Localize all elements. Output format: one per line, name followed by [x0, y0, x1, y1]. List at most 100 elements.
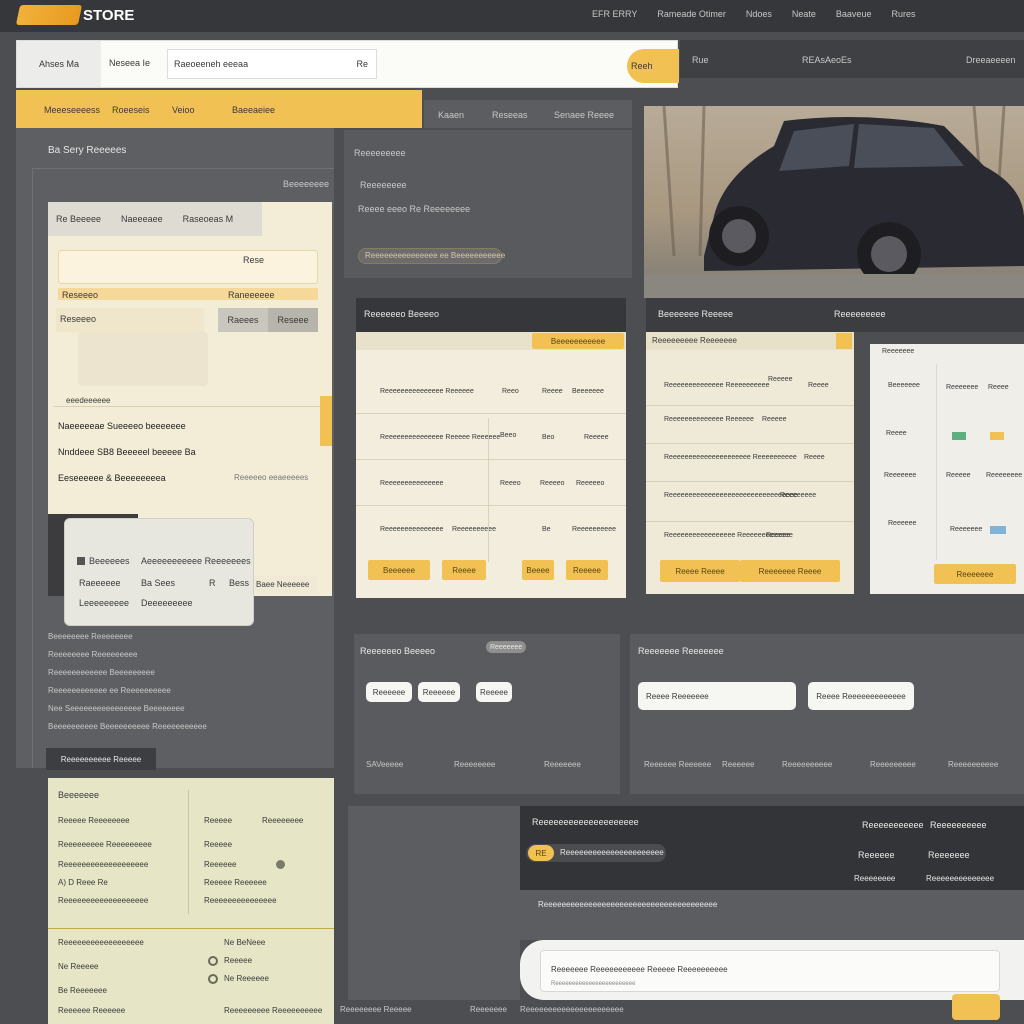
info-title: Reeeeeeeee — [354, 148, 406, 158]
search-input[interactable]: Raeoeeneh eeeaa Re — [167, 49, 377, 79]
table-row[interactable]: Reeeeeeeeeeeeeee Reeeo Reeeeo Reeeeeo — [356, 460, 626, 506]
top-link-2[interactable]: REAsAeoEs — [802, 55, 852, 65]
bottom-input[interactable]: Reeeeeee Reeeeeeeeeee Reeeee Reeeeeeeeee… — [540, 950, 1000, 992]
dark-panel-col-2[interactable]: Reeeeeeeeee — [930, 820, 987, 830]
nav-item-4[interactable]: Neate — [792, 9, 816, 19]
footer-accent-button[interactable] — [952, 994, 1000, 1020]
footer-link-1[interactable]: Reeeeeeee Reeeee — [340, 1005, 412, 1014]
header-bar: STORE EFR ERRY Rameade Otimer Ndoes Neat… — [0, 0, 1024, 32]
tab-4[interactable]: Baeeaeiee — [232, 105, 275, 115]
search-input-placeholder: Raeoeeneh eeeaa — [174, 59, 249, 69]
table3-header: Reeeeeee — [882, 348, 915, 355]
card-side-link[interactable]: Reeeeeo eeaeeeees — [234, 473, 308, 482]
table-row[interactable]: Reeeeeeeeeeeeeee Reeeeee Reeo Reeee Beee… — [356, 368, 626, 414]
tab-2[interactable]: Roeeseis — [112, 105, 150, 115]
table2-cell: Reeeeeeeeeeeeee Reeeeee — [664, 416, 754, 423]
table-row[interactable]: Reeeeeeeeeeeeeeeee Reeeeeeeeeeeee Reeeee — [646, 522, 854, 558]
card-tab-1[interactable]: Re Beeeee — [56, 214, 101, 224]
table-row[interactable]: Reeeeeeeeeeeeeee Reeeeeeeeee Be Reeeeeee… — [356, 506, 626, 552]
filter1-chip-1[interactable]: Reeeeee — [366, 682, 412, 702]
card-tab-3[interactable]: Raseoeas M — [183, 214, 234, 224]
left-link-4[interactable]: Reeeeeeeeeeee ee Reeeeeeeeee — [48, 686, 328, 704]
logo[interactable]: STORE — [15, 5, 134, 25]
table1-button-1[interactable]: Beeeeee — [368, 560, 430, 580]
filter2-footer-2: Reeeeee — [722, 760, 755, 769]
left-link-3[interactable]: Reeeeeeeeeeee Beeeeeeeee — [48, 668, 328, 686]
dark-action-button-label: Reeeeeeeeee Reeeee — [60, 754, 142, 764]
card-button-2[interactable]: Reseee — [268, 308, 318, 332]
table3-cell: Reeeeeee — [884, 472, 917, 479]
sub-tab-3[interactable]: Senaee Reeee — [554, 110, 614, 120]
table1-cell: Reeeeeeeeee — [452, 526, 496, 533]
card-button-1[interactable]: Raeees — [218, 308, 268, 332]
left-link-5[interactable]: Nee Seeeeeeeeeeeeeeee Beeeeeeee — [48, 704, 328, 722]
table1-title: Reeeeeeo Beeeeo — [364, 309, 440, 319]
top-link-3[interactable]: Dreeaeeeen — [966, 55, 1016, 65]
table-row[interactable]: Reeeeeeeeeeeeeeeeeeeeeeeeeeeeeeeee Reeee… — [646, 482, 854, 522]
search-button[interactable]: Reeh — [627, 49, 679, 83]
table1-header-button[interactable]: Beeeeeeeeeee — [532, 333, 624, 349]
nav-item-2[interactable]: Rameade Otimer — [657, 9, 726, 19]
bottom-left-radio-icon[interactable] — [208, 956, 218, 966]
top-link-1[interactable]: Rue — [692, 55, 709, 65]
nav-item-6[interactable]: Rures — [891, 9, 915, 19]
dark-panel-row2-right: Reeeeeeeeeeeeee — [926, 874, 995, 883]
info-progress-bar[interactable]: Reeeeeeeeeeeeeee ee Beeeeeeeeeee — [358, 248, 505, 264]
search-tab[interactable]: Ahses Ma — [17, 41, 101, 87]
filter1-chip-2[interactable]: Reeeeee — [418, 682, 460, 702]
table-row[interactable]: Reeeeeeeeeeeeeee Reeeee Reeeeee Beeo Beo… — [356, 414, 626, 460]
filter1-tag[interactable]: Reeeeeee — [486, 641, 527, 653]
table2-button-1[interactable]: Reeee Reeee — [660, 560, 740, 582]
table-row[interactable]: Reeeeeeeeeeeeee Reeeeeeeeee Reeeee Reeee — [646, 368, 854, 406]
popup-side-label-box[interactable]: Baee Neeeeee — [254, 576, 318, 594]
footer-link-3[interactable]: Reeeeeeeeeeeeeeeeeeeeee — [520, 1005, 624, 1014]
table1-button-2[interactable]: Reeee — [442, 560, 486, 580]
filter1-tag-label: Reeeeeee — [490, 643, 523, 651]
tab-3[interactable]: Veioo — [172, 105, 195, 115]
table1-button-4[interactable]: Reeeee — [566, 560, 608, 580]
table3-cell: Reeeeee — [888, 520, 917, 527]
sub-tab-1[interactable]: Kaaen — [438, 110, 464, 120]
card-tab-2[interactable]: Naeeeaee — [121, 214, 163, 224]
filter1-chip-3[interactable]: Reeeee — [476, 682, 512, 702]
card-note: eeedeeeeee — [66, 396, 111, 405]
card-image-placeholder — [78, 332, 208, 386]
info-panel: Reeeeeeeee Reeeeeeee Reeee eeeo Re Reeee… — [344, 130, 632, 278]
card-label-1: Reseeeo — [62, 290, 99, 300]
left-link-1[interactable]: Beeeeeeee Reeeeeeee — [48, 632, 328, 650]
footer-link-2[interactable]: Reeeeeee — [470, 1005, 507, 1014]
bottom-left-cell: Reeeeee Reeeeee — [58, 1006, 126, 1015]
nav-item-3[interactable]: Ndoes — [746, 9, 772, 19]
table-row[interactable]: Reeeeeeeeeeeeee Reeeeee Reeeee — [646, 406, 854, 444]
table1-cell: Reeeeeeeeeeeeeee — [380, 480, 444, 487]
card-accent-tab[interactable] — [320, 396, 332, 446]
left-link-2[interactable]: Reeeeeeee Reeeeeeeee — [48, 650, 328, 668]
filter2-input-2[interactable]: Reeee Reeeeeeeeeeeee — [808, 682, 914, 710]
bottom-left-radio-icon-2[interactable] — [208, 974, 218, 984]
table1-button-4-label: Reeeee — [572, 565, 602, 575]
table3-button[interactable]: Reeeeeee — [934, 564, 1016, 584]
table1-cell: Reeeeeeeeeeeeeee Reeeee Reeeeee — [380, 434, 501, 441]
sub-tab-2[interactable]: Reseeas — [492, 110, 528, 120]
tab-1[interactable]: Meeeseeeess — [44, 105, 100, 115]
table2-button-2[interactable]: Reeeeeee Reeee — [740, 560, 840, 582]
bottom-left-cell: Reeeee Reeeeee — [204, 878, 267, 887]
filter2-input-1[interactable]: Reeee Reeeeeee — [638, 682, 796, 710]
table1-button-3[interactable]: Beeee — [522, 560, 554, 580]
table2-header-accent[interactable] — [836, 333, 852, 349]
filter1-footer-2: Reeeeeeee — [454, 760, 496, 769]
card-input[interactable]: Rese — [58, 250, 318, 284]
table2-cell: Reeee — [808, 382, 829, 389]
filter1-footer-1: SAVeeeee — [366, 760, 404, 769]
nav-item-1[interactable]: EFR ERRY — [592, 9, 637, 19]
table-row[interactable]: Reeeeeeeeeeeeeeeeeeeee Reeeeeeeeee Reeee — [646, 444, 854, 482]
dark-panel-search[interactable]: RE Reeeeeeeeeeeeeeeeeeeeee — [526, 844, 666, 862]
left-link-6[interactable]: Beeeeeeeeee Beeeeeeeeee Reeeeeeeeeee — [48, 722, 328, 740]
sub-tabs: Kaaen Reseeas Senaee Reeee — [424, 100, 632, 128]
dark-action-button[interactable]: Reeeeeeeeee Reeeee — [46, 748, 156, 770]
dark-panel-col-1[interactable]: Reeeeeeeeeee — [862, 820, 924, 830]
table1-cell: Reeee — [542, 388, 563, 395]
table2-tag: Reeeeeeeee — [834, 309, 886, 319]
nav-item-5[interactable]: Baaveue — [836, 9, 872, 19]
dark-panel-title: Reeeeeeeeeeeeeeeeeeee — [532, 817, 639, 827]
